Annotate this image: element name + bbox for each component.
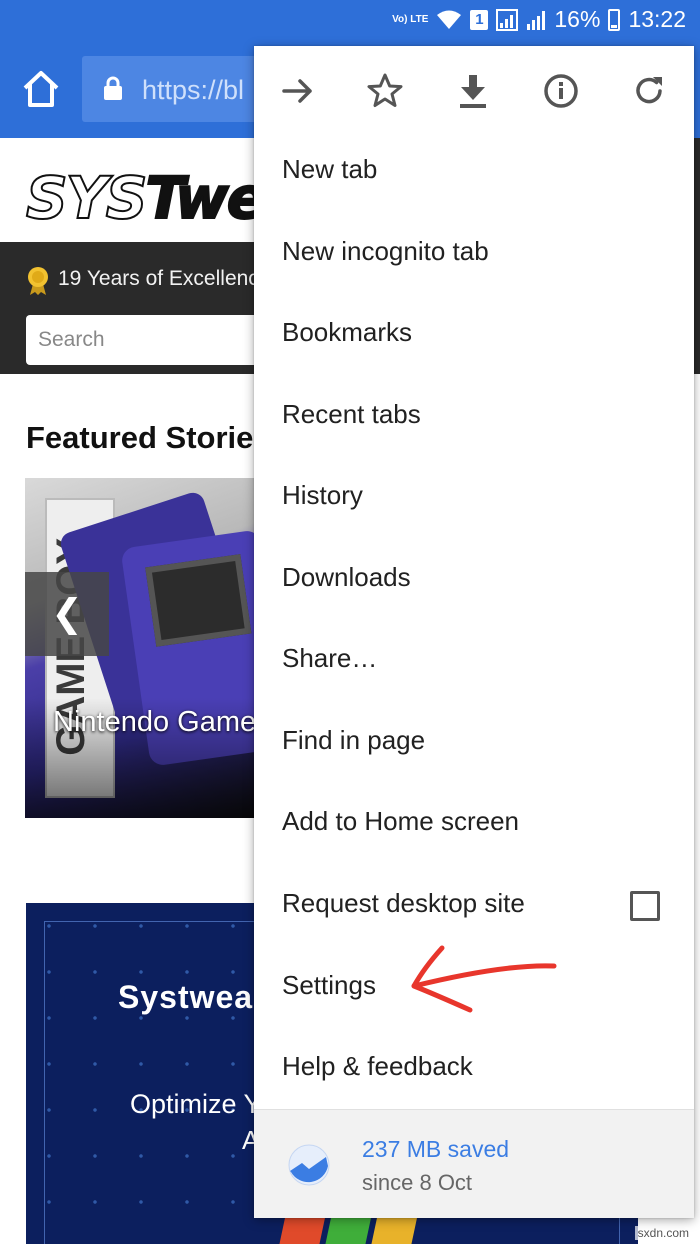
download-icon[interactable] xyxy=(451,69,495,113)
battery-icon xyxy=(608,8,621,31)
menu-item-label: New incognito tab xyxy=(282,236,489,266)
signal-bars-icon xyxy=(527,10,546,30)
menu-item-label: Downloads xyxy=(282,562,411,592)
data-saved-since: since 8 Oct xyxy=(362,1170,473,1195)
menu-item-find-in-page[interactable]: Find in page xyxy=(254,705,694,785)
menu-item-bookmarks[interactable]: Bookmarks xyxy=(254,297,694,377)
red-arrow-annotation xyxy=(411,945,557,1013)
signal-icon xyxy=(496,8,519,31)
site-tagline: 19 Years of Excellenc xyxy=(58,267,259,290)
status-icons: Vo) LTE 1 16% 13:22 xyxy=(392,6,686,33)
featured-slide[interactable]: GAME BOY ❮ Nintendo Game xyxy=(25,478,265,818)
menu-item-label: Settings xyxy=(282,970,376,1000)
menu-item-new-tab[interactable]: New tab xyxy=(254,134,694,214)
site-search-input[interactable]: Search xyxy=(26,315,286,365)
gameboy-screen xyxy=(145,554,252,647)
lock-icon xyxy=(104,76,122,100)
menu-item-help-feedback[interactable]: Help & feedback xyxy=(254,1031,694,1111)
volte-indicator: Vo) LTE xyxy=(392,13,429,25)
menu-item-history[interactable]: History xyxy=(254,460,694,540)
menu-item-label: Request desktop site xyxy=(282,888,525,918)
menu-item-label: Add to Home screen xyxy=(282,806,520,836)
menu-item-downloads[interactable]: Downloads xyxy=(254,542,694,622)
forward-icon[interactable] xyxy=(276,69,320,113)
slide-title[interactable]: Nintendo Game xyxy=(53,706,256,739)
menu-item-recent-tabs[interactable]: Recent tabs xyxy=(254,379,694,459)
watermark: sxdn.com xyxy=(634,1226,692,1240)
menu-item-label: Find in page xyxy=(282,725,426,755)
menu-item-label: History xyxy=(282,480,363,510)
menu-item-label: Bookmarks xyxy=(282,317,413,347)
home-icon[interactable] xyxy=(20,68,62,110)
bookmark-star-icon[interactable] xyxy=(363,69,407,113)
clock: 13:22 xyxy=(628,6,686,32)
menu-item-label: Help & feedback xyxy=(282,1051,473,1081)
sim-badge: 1 xyxy=(470,9,489,30)
battery-percent: 16% xyxy=(554,6,601,32)
menu-icon-row xyxy=(254,46,694,134)
slide-prev-button[interactable]: ❮ xyxy=(25,572,109,656)
award-icon xyxy=(28,267,48,295)
info-icon[interactable] xyxy=(539,69,583,113)
menu-item-label: Share… xyxy=(282,643,378,673)
data-saved-amount: 237 MB saved xyxy=(362,1136,510,1162)
menu-item-add-to-home-screen[interactable]: Add to Home screen xyxy=(254,786,694,866)
desktop-site-checkbox[interactable] xyxy=(630,891,660,921)
featured-heading: Featured Storie xyxy=(26,420,254,455)
url-text: https://bl xyxy=(142,75,245,105)
menu-item-share[interactable]: Share… xyxy=(254,623,694,703)
status-bar: Vo) LTE 1 16% 13:22 xyxy=(0,0,700,42)
data-saver-icon xyxy=(288,1144,330,1186)
menu-item-request-desktop-site[interactable]: Request desktop site xyxy=(254,868,694,948)
banner-title: Systwea xyxy=(118,979,254,1015)
reload-icon[interactable] xyxy=(627,69,671,113)
menu-item-label: Recent tabs xyxy=(282,399,421,429)
banner-subtitle: Optimize Y xyxy=(130,1089,262,1119)
data-saver-footer[interactable]: 237 MB saved since 8 Oct xyxy=(254,1109,694,1218)
wifi-icon xyxy=(437,10,462,29)
overflow-menu: New tab New incognito tab Bookmarks Rece… xyxy=(254,46,694,1218)
menu-item-label: New tab xyxy=(282,154,378,184)
search-placeholder: Search xyxy=(38,328,105,351)
menu-item-new-incognito-tab[interactable]: New incognito tab xyxy=(254,216,694,296)
